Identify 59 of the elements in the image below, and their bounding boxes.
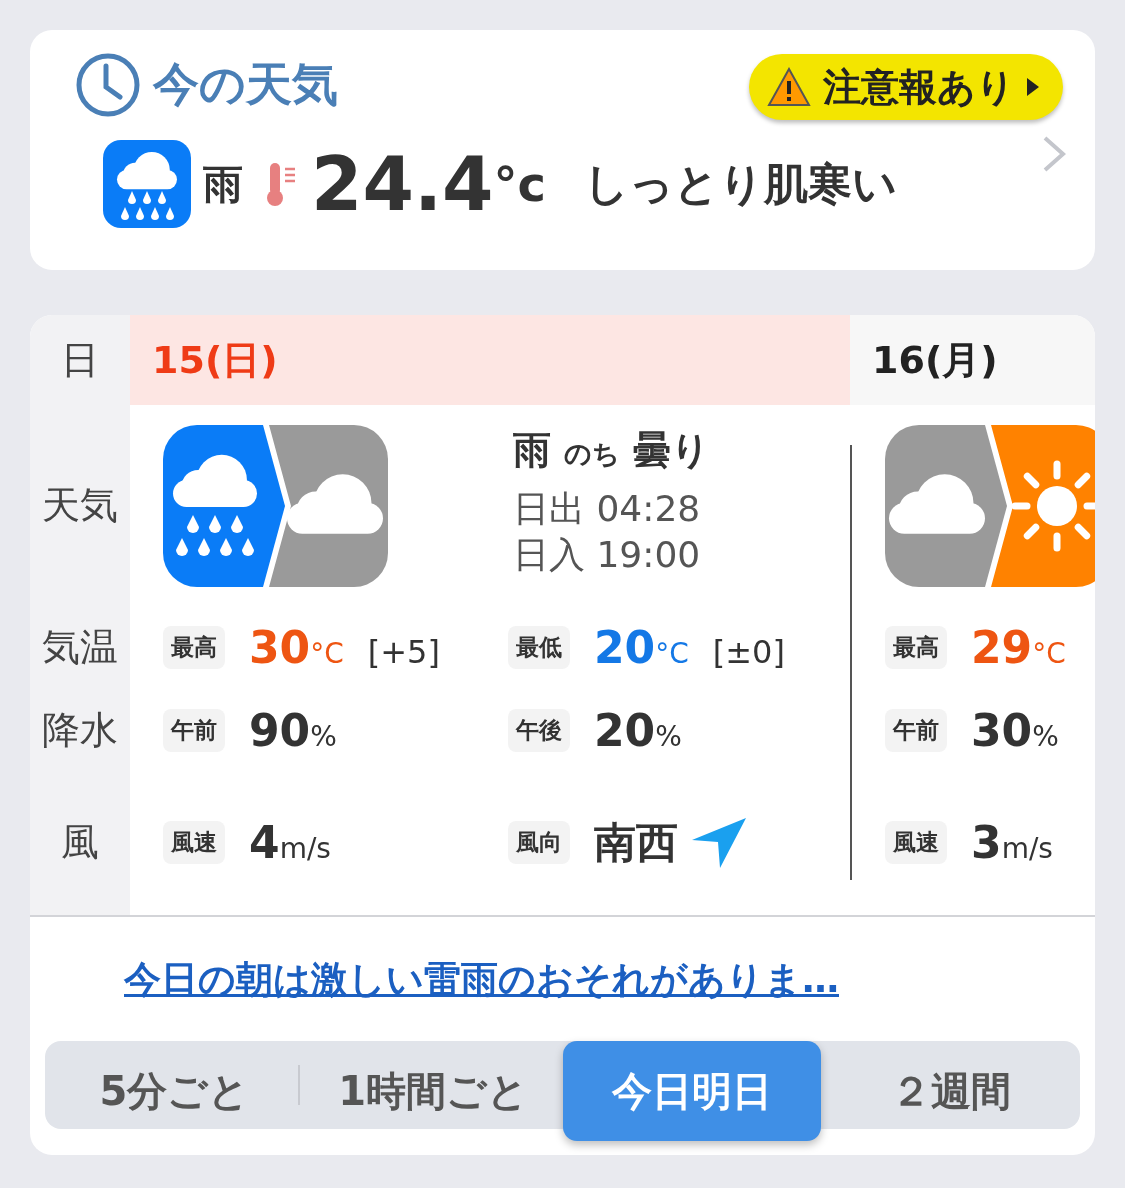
date: 15(日) <box>152 336 278 384</box>
value-label: 午前 <box>885 708 947 752</box>
unit: % <box>1032 719 1059 753</box>
view-tab[interactable]: ２週間 <box>821 1047 1080 1135</box>
value-label: 風速 <box>163 821 225 864</box>
section-title: 今の天気 <box>153 56 338 113</box>
value: 90 <box>249 704 311 756</box>
date: 16(月) <box>872 336 998 384</box>
caret-icon <box>1027 78 1039 96</box>
view-tab[interactable]: 1時間ごと <box>303 1047 563 1135</box>
row-label: 風 <box>61 819 99 866</box>
day-header[interactable]: 16(月) <box>850 315 1095 405</box>
chevron-icon[interactable] <box>1041 134 1067 174</box>
value: 4 <box>249 817 280 868</box>
value: 30 <box>249 622 311 673</box>
unit: m/s <box>1001 832 1053 865</box>
weather-icon <box>163 425 388 587</box>
unit: m/s <box>279 832 331 865</box>
difference: [±0] <box>712 633 785 671</box>
value-label: 午後 <box>508 708 570 752</box>
feeling-text: しっとり肌寒い <box>584 156 898 211</box>
day-header[interactable]: 15(日) <box>130 315 850 405</box>
value: 3 <box>971 817 1002 868</box>
temperature: 24.4 <box>311 141 494 227</box>
alert-button[interactable]: 注意報あり <box>749 54 1063 120</box>
unit: °C <box>655 637 689 670</box>
wind-arrow-icon <box>692 817 746 868</box>
clock-icon <box>75 52 141 118</box>
value-label: 風速 <box>885 821 947 864</box>
row-label: 気温 <box>42 624 118 671</box>
value-label: 最高 <box>163 626 225 669</box>
unit: % <box>310 719 337 753</box>
value: 30 <box>971 704 1033 756</box>
thermometer-icon <box>265 161 297 207</box>
unit: °C <box>310 637 344 670</box>
weather-summary: 雨 のち 曇り <box>513 427 712 474</box>
value-label: 午前 <box>163 708 225 752</box>
value: 29 <box>971 622 1033 673</box>
row-label: 天気 <box>42 481 118 529</box>
warning-icon <box>767 67 811 107</box>
row-label: 日 <box>61 336 99 384</box>
weather-condition: 雨 <box>203 159 243 209</box>
value-label: 風向 <box>508 821 570 864</box>
sun-time: 日入 19:00 <box>513 533 702 577</box>
value-label: 最低 <box>508 626 570 669</box>
value-label: 最高 <box>885 626 947 669</box>
wind-direction: 南西 <box>594 816 678 869</box>
unit: % <box>655 719 682 753</box>
value: 20 <box>594 704 656 756</box>
difference: [+5] <box>367 633 440 671</box>
value: 20 <box>594 622 656 673</box>
view-tab[interactable]: 5分ごと <box>45 1047 304 1135</box>
forecast-comment-link[interactable]: 今日の朝は激しい雷雨のおそれがありま… <box>124 955 839 1005</box>
rain-icon <box>103 140 191 228</box>
sun-time: 日出 04:28 <box>513 487 702 531</box>
temperature-unit: °c <box>493 156 547 212</box>
view-tab[interactable]: 今日明日 <box>562 1041 822 1141</box>
unit: °C <box>1032 637 1066 670</box>
row-label: 降水 <box>42 706 118 754</box>
